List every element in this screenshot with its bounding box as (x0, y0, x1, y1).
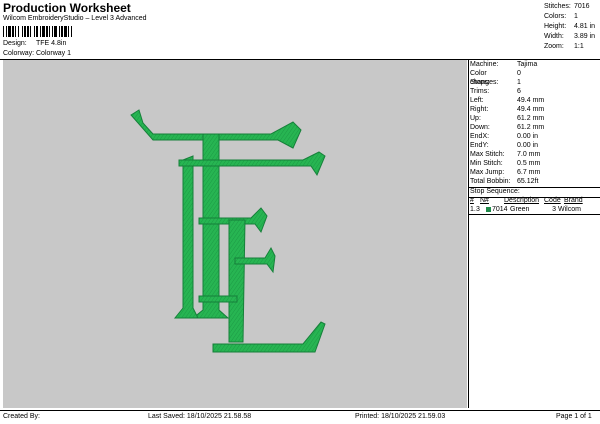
page-number: Page 1 of 1 (556, 413, 592, 420)
info-value: 0.5 mm (517, 160, 541, 167)
info-row: Min Stitch: 0.5 mm (470, 159, 598, 168)
tfe-monogram-embroidery (130, 109, 326, 353)
worksheet-title: Production Worksheet (3, 1, 131, 15)
design-value: TFE 4.8in (36, 40, 67, 47)
info-value: 49.4 mm (517, 97, 545, 104)
info-label: Max Jump: (470, 169, 505, 176)
col-header-code: Code (544, 197, 561, 204)
stat-label: Height: (544, 23, 567, 30)
info-row: Max Jump: 6.7 mm (470, 168, 598, 177)
panel-divider (468, 60, 469, 408)
inner-crossbar (198, 295, 238, 303)
info-value: 7.0 mm (517, 151, 541, 158)
info-label: Left: (470, 97, 484, 104)
design-label: Design: (3, 40, 27, 47)
barcode-bar (72, 26, 74, 37)
info-value: 0 (517, 70, 521, 77)
stop-sequence-title: Stop Sequence: (470, 188, 520, 195)
col-header-description: Description (504, 197, 540, 204)
info-row: Color changes: 0 (470, 69, 598, 86)
info-label: EndX: (470, 133, 490, 140)
row-brand: Wilcom (558, 206, 581, 213)
stat-width: Width: 3.89 in (544, 32, 595, 42)
info-label: Stops: (470, 79, 490, 86)
col-header-brand: Brand (564, 197, 583, 204)
info-label: Down: (470, 124, 490, 131)
info-value: 49.4 mm (517, 106, 545, 113)
info-value: 61.2 mm (517, 115, 545, 122)
info-value: 6.7 mm (517, 169, 541, 176)
footer-divider (0, 410, 600, 411)
stat-label: Colors: (544, 13, 567, 20)
info-row: Trims: 6 (470, 87, 598, 96)
info-row: Total Bobbin: 65.12ft (470, 177, 598, 186)
stat-value: 1:1 (574, 43, 584, 50)
stat-zoom: Zoom: 1:1 (544, 42, 595, 52)
info-row: Machine: Tajima (470, 60, 598, 69)
info-label: Min Stitch: (470, 160, 503, 167)
printed-date: Printed: 18/10/2025 21.59.03 (355, 413, 446, 420)
info-value: 6 (517, 88, 521, 95)
design-preview (3, 60, 467, 408)
info-label: Up: (470, 115, 481, 122)
info-row: Down: 61.2 mm (470, 123, 598, 132)
stat-label: Stitches: (544, 3, 571, 10)
info-label: Max Stitch: (470, 151, 505, 158)
info-label: EndY: (470, 142, 489, 149)
last-saved: Last Saved: 18/10/2025 21.58.58 (148, 413, 252, 420)
info-row: EndX: 0.00 in (470, 132, 598, 141)
info-value: 65.12ft (517, 178, 539, 185)
info-label: Total Bobbin: (470, 178, 511, 185)
e-stem (228, 219, 246, 343)
stop-sequence-header: # N# Description Code Brand (470, 197, 594, 204)
stat-colors: Colors: 1 (544, 12, 595, 22)
info-row: EndY: 0.00 in (470, 141, 598, 150)
info-label: Machine: (470, 61, 499, 68)
col-header-index: # (470, 197, 474, 204)
software-subtitle: Wilcom EmbroideryStudio – Level 3 Advanc… (3, 15, 147, 22)
colorway-label: Colorway: (3, 50, 35, 57)
info-value: Tajima (517, 61, 538, 68)
info-label: Trims: (470, 88, 490, 95)
info-row: Left: 49.4 mm (470, 96, 598, 105)
col-header-number: N# (480, 197, 489, 204)
info-row: Stops: 1 (470, 78, 598, 87)
stop-sequence-row: 1. 3 7014 Green 3 Wilcom (470, 206, 592, 214)
stat-value: 4.81 in (574, 23, 596, 30)
row-stop: 3 (476, 206, 480, 213)
stop-divider-bottom (469, 214, 600, 215)
stats-panel: Stitches: 7016 Colors: 1 Height: 4.81 in Wi… (544, 2, 595, 52)
stat-label: Width: (544, 33, 564, 40)
barcode (3, 26, 113, 37)
info-value: 0.00 in (517, 142, 539, 149)
stat-stitches: Stitches: 7016 (544, 2, 595, 12)
info-row: Up: 61.2 mm (470, 114, 598, 123)
row-code: 3 (552, 206, 556, 213)
machine-info-panel: Machine: Tajima Color changes: 0 Stops: 1 T… (470, 60, 598, 186)
stat-height: Height: 4.81 in (544, 22, 595, 32)
stat-value: 3.89 in (574, 33, 596, 40)
info-row: Right: 49.4 mm (470, 105, 598, 114)
f-top-bar (178, 151, 326, 177)
row-description: Green (510, 206, 530, 213)
colorway-value: Colorway 1 (36, 50, 72, 57)
info-row: Max Stitch: 7.0 mm (470, 150, 598, 159)
created-by: Created By: (3, 413, 40, 420)
f-stem (173, 155, 199, 319)
info-label: Right: (470, 106, 489, 113)
stat-value: 1 (574, 13, 578, 20)
stat-value: 7016 (574, 3, 590, 10)
info-label: Color changes: (470, 70, 499, 86)
row-thread-number: 7014 (492, 206, 508, 213)
info-value: 61.2 mm (517, 124, 545, 131)
info-value: 0.00 in (517, 133, 539, 140)
info-value: 1 (517, 79, 521, 86)
stat-label: Zoom: (544, 43, 564, 50)
